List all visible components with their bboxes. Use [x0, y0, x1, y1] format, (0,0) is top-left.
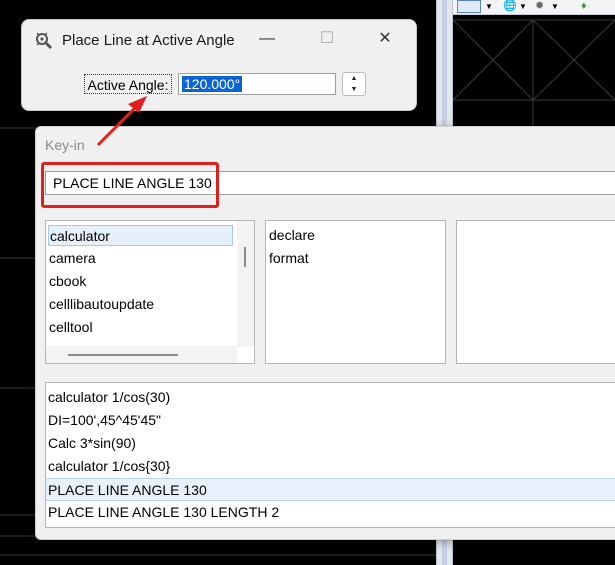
- highlight-box: [41, 162, 219, 208]
- keyin-list-subcommands[interactable]: declare format: [265, 220, 446, 364]
- tool-settings-icon: [36, 32, 53, 50]
- active-angle-input[interactable]: 120.000°: [178, 73, 336, 95]
- place-line-dialog: Place Line at Active Angle — ☐ ✕ Active …: [21, 19, 417, 111]
- active-angle-label[interactable]: Active Angle:: [84, 74, 172, 94]
- vertical-scrollbar[interactable]: [237, 221, 254, 347]
- active-angle-value: 120.000°: [182, 76, 243, 92]
- keyin-dialog: Key-in PLACE LINE ANGLE 130 calculator c…: [35, 126, 615, 540]
- history-item[interactable]: calculator 1/cos{30}: [46, 455, 615, 478]
- maximize-button[interactable]: ☐: [314, 28, 340, 50]
- view-toolbar: ▼ 🌐 ▼ ✹ ▼ ♦: [453, 0, 615, 15]
- close-button[interactable]: ✕: [372, 28, 398, 50]
- keyin-list-commands[interactable]: calculator camera cbook celllibautoupdat…: [45, 220, 255, 364]
- info-card-icon[interactable]: [457, 0, 481, 13]
- chevron-down-icon[interactable]: ▼: [551, 0, 559, 13]
- history-item[interactable]: Calc 3*sin(90): [46, 432, 615, 455]
- horizontal-scrollbar[interactable]: [46, 346, 237, 363]
- chevron-down-icon[interactable]: ▼: [519, 0, 527, 13]
- history-item[interactable]: calculator 1/cos(30): [46, 386, 615, 409]
- globe-icon[interactable]: 🌐: [503, 0, 517, 13]
- map-pin-icon[interactable]: ♦: [581, 0, 587, 13]
- history-item[interactable]: PLACE LINE ANGLE 130 LENGTH 2: [46, 501, 615, 524]
- history-item[interactable]: DI=100',45^45'45": [46, 409, 615, 432]
- list-item[interactable]: camera: [48, 248, 96, 269]
- list-item[interactable]: calculator: [48, 225, 233, 246]
- dialog-title: Place Line at Active Angle: [62, 31, 235, 49]
- list-item[interactable]: cbook: [48, 271, 86, 292]
- chevron-down-icon[interactable]: ▼: [485, 0, 493, 13]
- spin-down-icon[interactable]: ▼: [343, 84, 365, 95]
- keyin-title: Key-in: [45, 137, 85, 153]
- dialog-titlebar[interactable]: Place Line at Active Angle: [34, 30, 235, 50]
- spin-up-icon[interactable]: ▲: [343, 73, 365, 84]
- sun-icon[interactable]: ✹: [535, 0, 544, 13]
- list-item[interactable]: declare: [268, 225, 315, 246]
- history-item-selected[interactable]: PLACE LINE ANGLE 130: [46, 478, 615, 501]
- minimize-button[interactable]: —: [254, 28, 280, 50]
- list-item[interactable]: format: [268, 248, 309, 269]
- keyin-list-options[interactable]: [456, 220, 615, 364]
- keyin-history-list[interactable]: calculator 1/cos(30) DI=100',45^45'45" C…: [45, 382, 615, 528]
- list-item[interactable]: celllibautoupdate: [48, 294, 154, 315]
- list-item[interactable]: celltool: [48, 317, 93, 338]
- angle-stepper[interactable]: ▲ ▼: [342, 72, 366, 96]
